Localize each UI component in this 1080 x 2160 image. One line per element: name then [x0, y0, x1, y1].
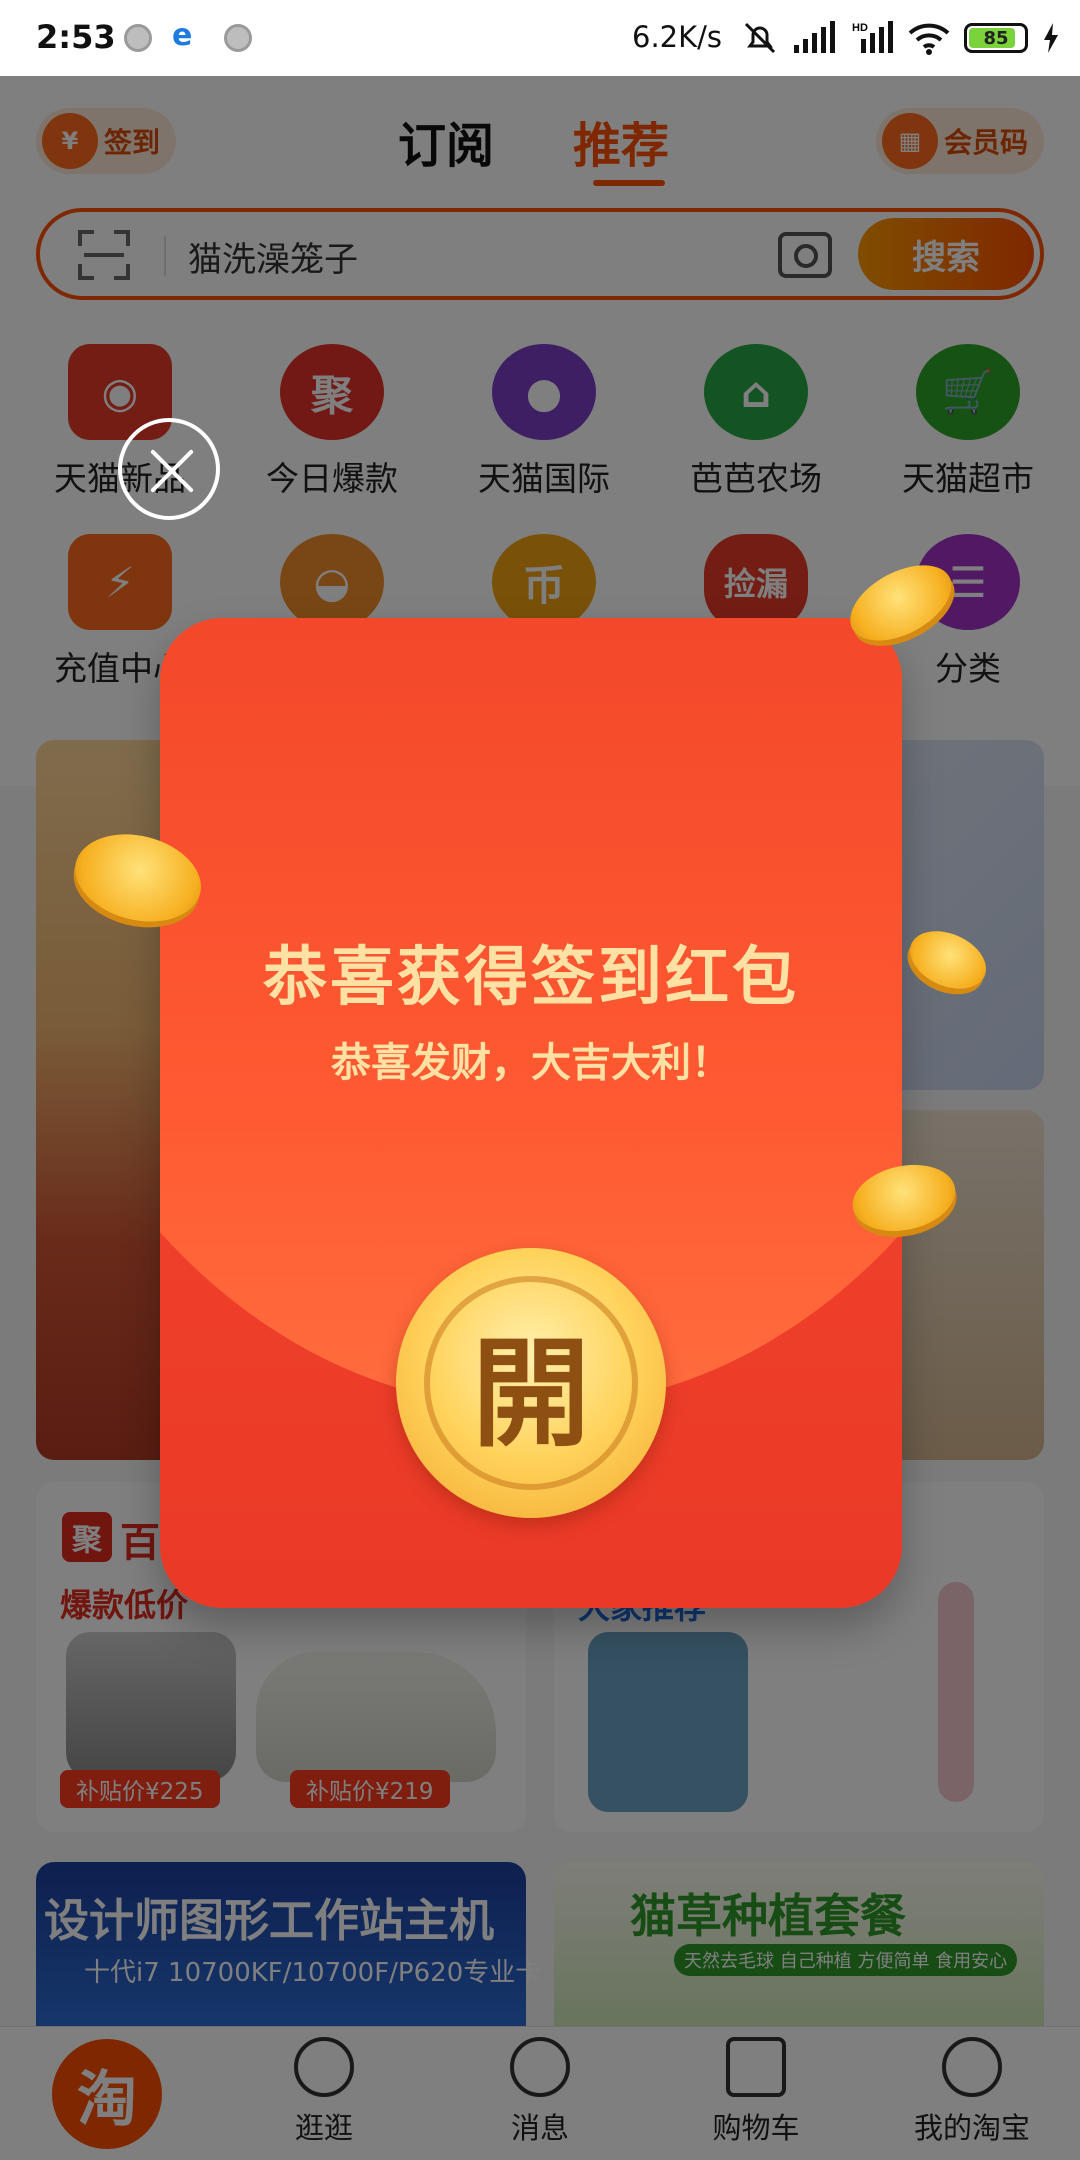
open-envelope-button[interactable]: 開	[396, 1248, 666, 1518]
wifi-icon	[908, 23, 950, 55]
network-speed: 6.2K/s	[632, 20, 723, 54]
status-bar: 2:53 e 6.2K/s HD 85	[0, 0, 1080, 76]
notification-dot-icon	[124, 24, 152, 52]
battery-icon: 85	[964, 23, 1028, 53]
popup-subtitle: 恭喜发财，大吉大利！	[331, 1040, 731, 1086]
status-icons: HD 85	[742, 16, 1060, 60]
signal-icon	[794, 21, 835, 53]
charging-icon	[1044, 23, 1058, 53]
notification-dot-icon	[224, 24, 252, 52]
red-envelope-popup: 恭喜获得签到红包 恭喜发财，大吉大利！ 開	[160, 618, 902, 1608]
browser-notification-icon: e	[172, 18, 193, 53]
close-popup-button[interactable]	[118, 418, 220, 520]
open-button-label: 開	[471, 1323, 590, 1463]
status-time: 2:53	[36, 18, 116, 56]
signal-hd-icon: HD	[852, 21, 893, 53]
mute-bell-icon	[744, 22, 776, 54]
popup-title: 恭喜获得签到红包	[263, 941, 799, 1015]
svg-text:HD: HD	[852, 22, 868, 34]
battery-level: 85	[983, 27, 1009, 49]
